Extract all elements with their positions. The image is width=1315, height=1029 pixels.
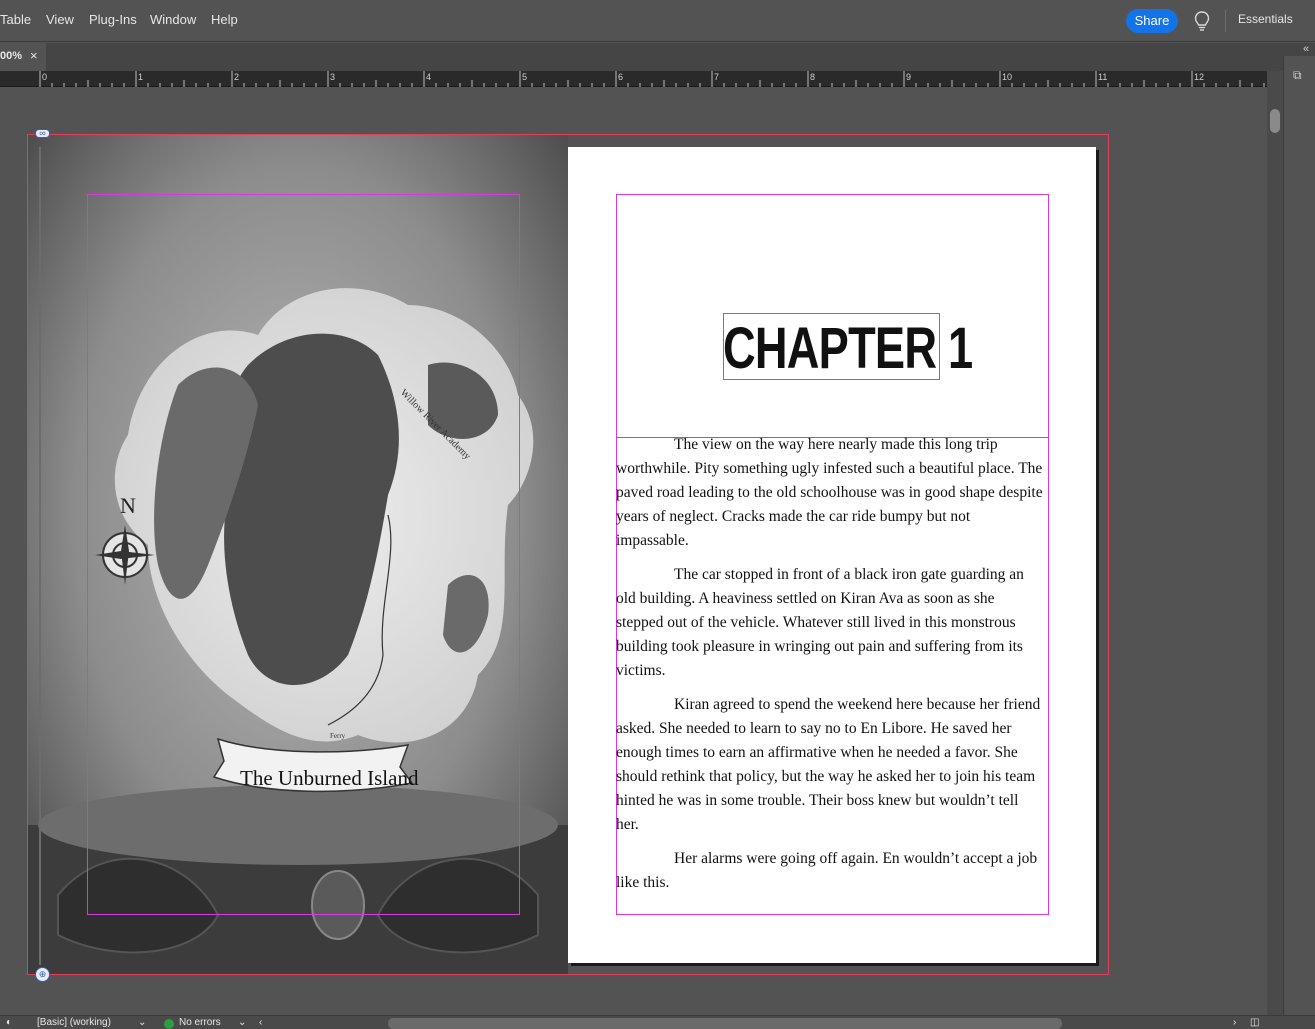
- status-bar: ◐ [Basic] (working) ⌄ No errors ⌄ ‹ › ◫: [0, 1015, 1315, 1029]
- ruler-label: 6: [618, 72, 624, 82]
- ruler-label: 0: [42, 72, 48, 82]
- preflight-profile[interactable]: [Basic] (working): [37, 1017, 111, 1028]
- frame-link-handle-icon[interactable]: ⊕: [35, 967, 50, 982]
- share-button[interactable]: Share: [1126, 9, 1178, 33]
- ruler-label: 1: [138, 72, 144, 82]
- chevron-down-icon[interactable]: ⌄: [238, 1017, 246, 1028]
- ruler-label: 9: [906, 72, 912, 82]
- ruler-label: 12: [1194, 72, 1205, 82]
- vertical-scrollbar[interactable]: [1267, 71, 1283, 1015]
- indesign-window: Table View Plug-Ins Window Help Share Es…: [0, 0, 1315, 1029]
- collapse-panels-icon[interactable]: «: [1303, 43, 1309, 55]
- ruler-label: 8: [810, 72, 816, 82]
- ruler-label: 2: [234, 72, 240, 82]
- pages-panel-icon[interactable]: ⧉: [1293, 68, 1309, 84]
- body-paragraph: Kiran agreed to spend the weekend here b…: [616, 696, 1041, 833]
- ruler-label: 5: [522, 72, 528, 82]
- toolbar-separator: [1225, 10, 1226, 32]
- document-tab-zoom: 00%: [0, 50, 23, 62]
- horizontal-scroll-thumb[interactable]: [388, 1018, 1062, 1029]
- ruler-label: 7: [714, 72, 720, 82]
- menu-view[interactable]: View: [46, 12, 74, 27]
- menu-help[interactable]: Help: [211, 12, 238, 27]
- document-tab-strip: 00% × «: [0, 43, 1315, 71]
- chapter-title[interactable]: CHAPTER 1: [723, 318, 973, 380]
- document-tab[interactable]: 00% ×: [0, 43, 46, 71]
- close-icon[interactable]: ×: [30, 48, 38, 63]
- body-paragraph: Her alarms were going off again. En woul…: [616, 850, 1038, 891]
- ruler-label: 10: [1002, 72, 1013, 82]
- body-text-frame[interactable]: The view on the way here nearly made thi…: [616, 433, 1044, 905]
- body-paragraph: The car stopped in front of a black iron…: [616, 566, 1024, 679]
- menu-bar: Table View Plug-Ins Window Help Share Es…: [0, 0, 1315, 42]
- menu-window[interactable]: Window: [150, 12, 196, 27]
- horizontal-ruler[interactable]: 0 1 2 3 4 5 6 7 8 9 10 11 12: [0, 71, 1267, 87]
- vertical-scroll-thumb[interactable]: [1270, 109, 1280, 133]
- frame-link-handle-icon[interactable]: ∞: [35, 129, 50, 138]
- ruler-label: 11: [1098, 72, 1108, 82]
- status-ok-icon: [164, 1019, 174, 1029]
- menu-table[interactable]: Table: [0, 12, 31, 27]
- lightbulb-icon[interactable]: [1193, 10, 1211, 32]
- panel-dock: ⧉: [1283, 56, 1315, 1016]
- left-margin-guide: [87, 194, 520, 915]
- split-view-icon[interactable]: ◫: [1250, 1017, 1259, 1028]
- menu-plug-ins[interactable]: Plug-Ins: [89, 12, 137, 27]
- scroll-left-icon[interactable]: ‹: [259, 1017, 262, 1028]
- workspace-switcher[interactable]: Essentials: [1238, 12, 1293, 26]
- preflight-status[interactable]: No errors: [179, 1017, 221, 1028]
- ruler-label: 4: [426, 72, 432, 82]
- preflight-icon[interactable]: ◐: [6, 1017, 12, 1028]
- chevron-down-icon[interactable]: ⌄: [138, 1017, 146, 1028]
- ruler-label: 3: [330, 72, 336, 82]
- left-bleed-line: [39, 147, 41, 965]
- scroll-right-icon[interactable]: ›: [1233, 1017, 1236, 1028]
- body-paragraph: The view on the way here nearly made thi…: [616, 436, 1043, 549]
